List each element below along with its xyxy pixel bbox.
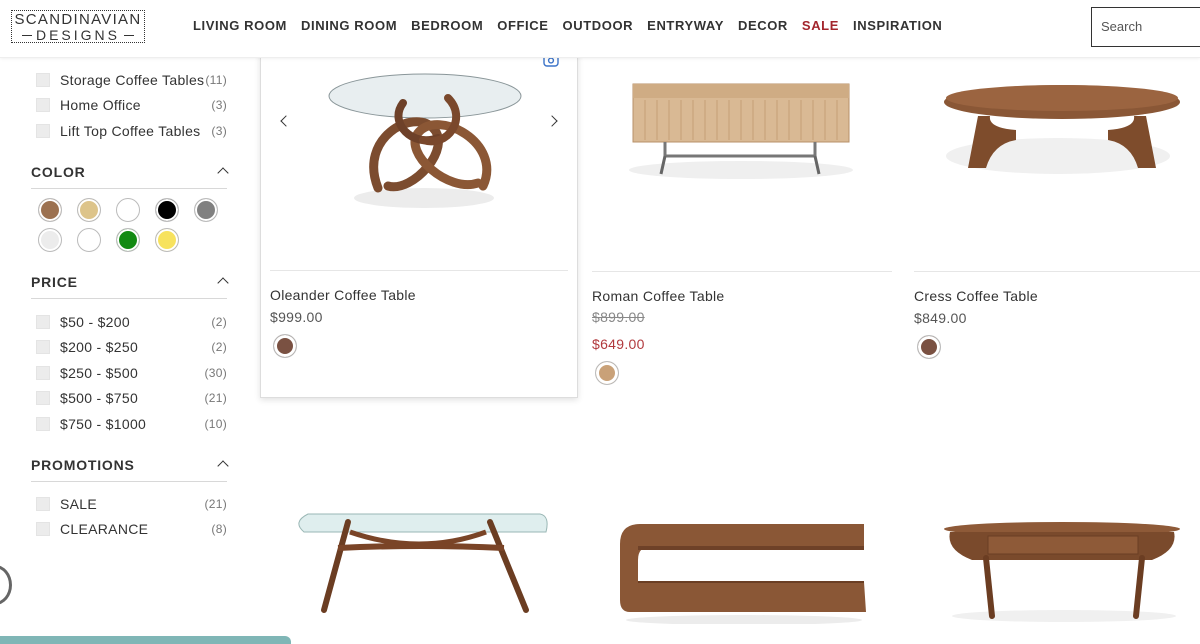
nav-item-bedroom[interactable]: BEDROOM bbox=[411, 18, 483, 33]
nav-item-decor[interactable]: DECOR bbox=[738, 18, 788, 33]
accessibility-widget-icon[interactable] bbox=[0, 565, 12, 605]
filter-checkbox[interactable] bbox=[36, 98, 50, 112]
filter-checkbox[interactable] bbox=[36, 522, 50, 536]
nav-item-entryway[interactable]: ENTRYWAY bbox=[647, 18, 724, 33]
filter-item-price[interactable]: $250 - $500 (30) bbox=[31, 365, 227, 381]
color-swatch[interactable] bbox=[116, 198, 140, 222]
search-input[interactable]: Search bbox=[1091, 7, 1200, 47]
filter-checkbox[interactable] bbox=[36, 124, 50, 138]
brand-logo-line1: SCANDINAVIAN bbox=[14, 11, 142, 28]
product-name[interactable]: Roman Coffee Table bbox=[592, 288, 725, 304]
filter-item-price[interactable]: $500 - $750 (21) bbox=[31, 390, 227, 406]
chat-banner[interactable] bbox=[0, 636, 291, 644]
filter-checkbox[interactable] bbox=[36, 315, 50, 329]
filter-checkbox[interactable] bbox=[36, 417, 50, 431]
product-image-oleander[interactable] bbox=[318, 68, 530, 218]
filter-item-price[interactable]: $750 - $1000 (10) bbox=[31, 416, 227, 432]
color-swatch[interactable] bbox=[77, 198, 101, 222]
filter-checkbox[interactable] bbox=[36, 73, 50, 87]
color-swatch[interactable] bbox=[155, 228, 179, 252]
filter-checkbox[interactable] bbox=[36, 497, 50, 511]
product-image-wave-table[interactable] bbox=[618, 520, 868, 624]
product-name[interactable]: Cress Coffee Table bbox=[914, 288, 1038, 304]
nav-item-sale[interactable]: SALE bbox=[802, 18, 839, 33]
product-color-swatch[interactable] bbox=[595, 361, 619, 385]
product-image-roman[interactable] bbox=[625, 78, 857, 182]
brand-logo-line2: DESIGNS bbox=[35, 27, 120, 43]
main-nav: LIVING ROOM DINING ROOM BEDROOM OFFICE O… bbox=[193, 18, 942, 33]
nav-item-outdoor[interactable]: OUTDOOR bbox=[563, 18, 634, 33]
site-header: SCANDINAVIAN DESIGNS LIVING ROOM DINING … bbox=[0, 0, 1200, 58]
product-image-oval-table[interactable] bbox=[942, 520, 1186, 624]
product-image-glass-table[interactable] bbox=[290, 508, 552, 618]
product-name[interactable]: Oleander Coffee Table bbox=[270, 287, 416, 303]
nav-item-living-room[interactable]: LIVING ROOM bbox=[193, 18, 287, 33]
filter-section-color[interactable]: COLOR bbox=[31, 164, 229, 189]
filter-item-clearance[interactable]: CLEARANCE (8) bbox=[31, 521, 227, 537]
brand-logo[interactable]: SCANDINAVIAN DESIGNS bbox=[11, 10, 145, 43]
nav-item-dining-room[interactable]: DINING ROOM bbox=[301, 18, 397, 33]
chevron-up-icon bbox=[217, 460, 229, 472]
product-color-swatch[interactable] bbox=[917, 335, 941, 359]
filter-item-storage-coffee-tables[interactable]: Storage Coffee Tables (11) bbox=[31, 72, 227, 88]
color-swatch[interactable] bbox=[194, 198, 218, 222]
color-swatch[interactable] bbox=[77, 228, 101, 252]
chevron-up-icon bbox=[217, 167, 229, 179]
filter-item-price[interactable]: $50 - $200 (2) bbox=[31, 314, 227, 330]
nav-item-inspiration[interactable]: INSPIRATION bbox=[853, 18, 942, 33]
filter-item-home-office[interactable]: Home Office (3) bbox=[31, 97, 227, 113]
product-price: $999.00 bbox=[270, 309, 323, 325]
product-price: $849.00 bbox=[914, 310, 967, 326]
filter-section-price[interactable]: PRICE bbox=[31, 274, 229, 299]
color-swatch[interactable] bbox=[155, 198, 179, 222]
color-swatch[interactable] bbox=[116, 228, 140, 252]
product-image-cress[interactable] bbox=[938, 78, 1188, 186]
filter-checkbox[interactable] bbox=[36, 340, 50, 354]
color-swatch[interactable] bbox=[38, 228, 62, 252]
filter-item-sale[interactable]: SALE (21) bbox=[31, 496, 227, 512]
product-sale-price: $649.00 bbox=[592, 336, 645, 352]
filter-checkbox[interactable] bbox=[36, 391, 50, 405]
nav-item-office[interactable]: OFFICE bbox=[497, 18, 548, 33]
product-color-swatch[interactable] bbox=[273, 334, 297, 358]
filter-item-price[interactable]: $200 - $250 (2) bbox=[31, 339, 227, 355]
filter-item-lift-top-coffee-tables[interactable]: Lift Top Coffee Tables (3) bbox=[31, 123, 227, 139]
filter-checkbox[interactable] bbox=[36, 366, 50, 380]
color-swatch[interactable] bbox=[38, 198, 62, 222]
chevron-up-icon bbox=[217, 277, 229, 289]
filter-section-promotions[interactable]: PROMOTIONS bbox=[31, 457, 229, 482]
product-old-price: $899.00 bbox=[592, 309, 645, 325]
